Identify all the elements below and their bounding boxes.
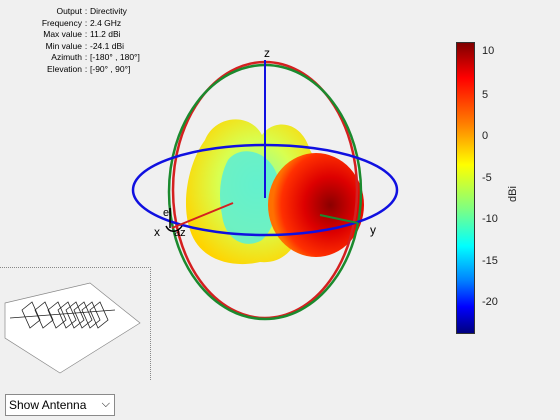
- el-label: el: [163, 207, 172, 219]
- colorbar-tick: 0: [482, 130, 489, 142]
- antenna-preview-panel: [0, 267, 151, 380]
- az-label: az: [174, 227, 186, 239]
- colorbar-tick: 5: [482, 89, 489, 101]
- antenna-preview-icon: [4, 282, 141, 374]
- colorbar-label: dBi: [506, 186, 519, 202]
- colorbar-tick: -15: [482, 255, 498, 267]
- z-axis-label: z: [264, 46, 270, 60]
- show-antenna-dropdown[interactable]: Show Antenna ⌵: [5, 394, 115, 416]
- colorbar-tick: 10: [482, 45, 495, 57]
- chevron-down-icon[interactable]: ⌵: [102, 398, 110, 411]
- colorbar: [456, 42, 475, 334]
- colorbar-tick: -10: [482, 213, 498, 225]
- x-axis-label: x: [154, 225, 160, 239]
- colorbar-tick: -5: [482, 172, 492, 184]
- y-axis-label: y: [370, 223, 376, 237]
- colorbar-tick: -20: [482, 296, 498, 308]
- dropdown-selected-value: Show Antenna: [9, 398, 87, 412]
